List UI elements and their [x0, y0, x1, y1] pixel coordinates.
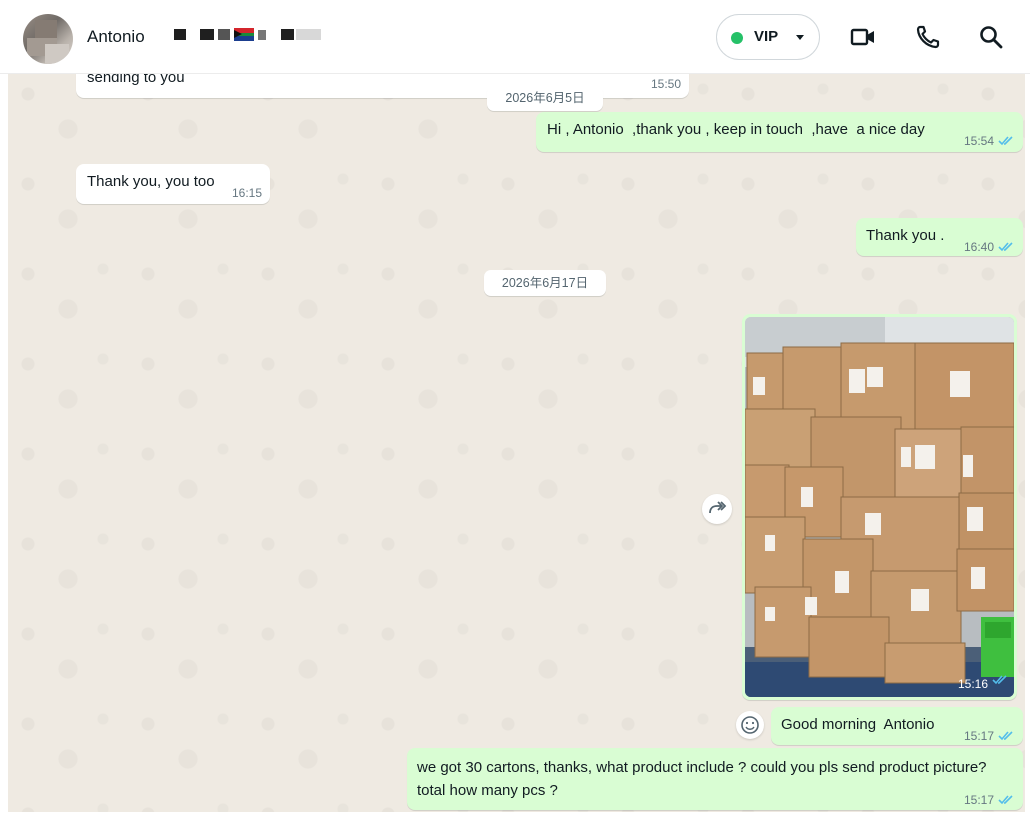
read-receipt-icon	[992, 672, 1008, 690]
vip-label: VIP	[754, 28, 779, 45]
voice-call-icon[interactable]	[913, 22, 943, 52]
react-button[interactable]	[736, 711, 764, 739]
redacted-block	[218, 29, 230, 40]
message-time: 16:15	[231, 186, 262, 200]
date-divider: 2026年6月5日	[487, 85, 603, 111]
redacted-block	[200, 29, 214, 40]
flag-emoji	[234, 28, 254, 41]
message-incoming[interactable]: Thank you, you too 16:15	[76, 164, 270, 204]
read-receipt-icon	[998, 238, 1014, 258]
message-time: 16:40	[963, 240, 994, 254]
vip-label-dropdown[interactable]: VIP	[716, 14, 820, 60]
read-receipt-icon	[998, 727, 1014, 747]
read-receipt-icon	[998, 132, 1014, 152]
date-divider: 2026年6月17日	[484, 270, 606, 296]
status-dot-icon	[731, 32, 743, 44]
message-text: Thank you, you too	[87, 173, 215, 190]
message-time: 15:17	[963, 729, 994, 743]
image-time: 15:16	[957, 677, 988, 691]
read-receipt-icon	[998, 791, 1014, 811]
contact-name[interactable]: Antonio	[87, 27, 145, 47]
smiley-icon	[741, 716, 759, 734]
message-time: 15:54	[963, 134, 994, 148]
message-text: we got 30 cartons, thanks, what product …	[417, 759, 987, 799]
redacted-block	[174, 29, 186, 40]
forward-icon	[709, 501, 727, 514]
cartons-photo[interactable]: 15:16	[745, 317, 1014, 697]
redacted-block	[281, 29, 294, 40]
contact-avatar[interactable]	[23, 14, 73, 64]
message-outgoing[interactable]: Good morning Antonio 15:17	[771, 707, 1023, 745]
redacted-block	[258, 30, 266, 40]
video-call-icon[interactable]	[848, 22, 878, 52]
message-time: 15:50	[650, 77, 681, 91]
chat-message-list[interactable]: sending to you 15:50 2026年6月5日 Hi , Anto…	[8, 74, 1025, 812]
message-outgoing[interactable]: Hi , Antonio ,thank you , keep in touch …	[536, 112, 1023, 152]
chat-header: Antonio VIP	[0, 0, 1030, 74]
forward-button[interactable]	[702, 494, 732, 524]
message-outgoing[interactable]: we got 30 cartons, thanks, what product …	[407, 748, 1023, 810]
message-text: sending to you	[87, 74, 185, 86]
search-icon[interactable]	[976, 22, 1006, 52]
message-outgoing[interactable]: Thank you . 16:40	[856, 218, 1023, 256]
message-text: Hi , Antonio ,thank you , keep in touch …	[547, 121, 925, 138]
message-text: Thank you .	[866, 227, 945, 244]
caret-down-icon	[796, 35, 804, 40]
message-time: 15:17	[963, 793, 994, 807]
image-message[interactable]: 15:16	[742, 314, 1017, 700]
message-text: Good morning Antonio	[781, 716, 935, 733]
redacted-block	[296, 29, 321, 40]
